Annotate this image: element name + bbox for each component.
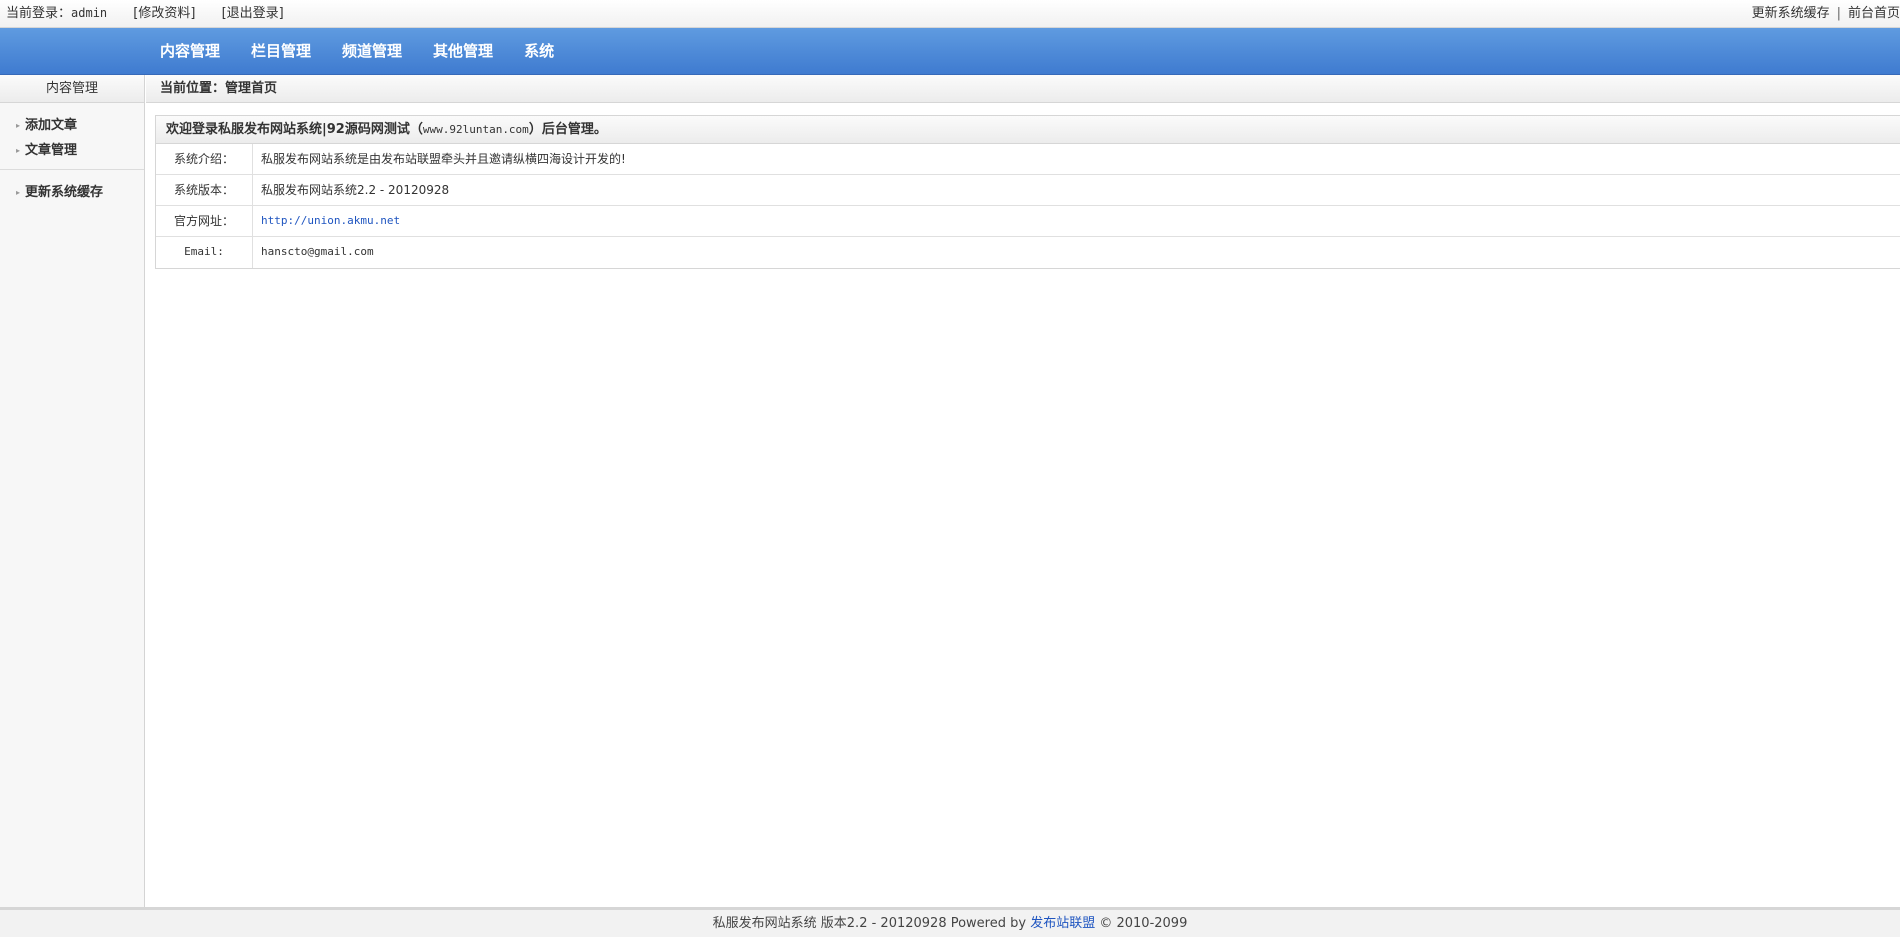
caret-right-icon: ▸ <box>16 188 21 197</box>
panel-title: 欢迎登录私服发布网站系统|92源码网测试（www.92luntan.com）后台… <box>156 116 1900 144</box>
main-menu: 内容管理 栏目管理 频道管理 其他管理 系统 <box>160 28 585 75</box>
info-value: hanscto@gmail.com <box>261 245 374 258</box>
breadcrumb: 当前位置：管理首页 <box>146 75 1900 103</box>
footer: 私服发布网站系统 版本2.2 - 20120928 Powered by 发布站… <box>0 907 1900 937</box>
panel-title-suffix: ）后台管理。 <box>528 122 607 137</box>
info-key: Email: <box>156 237 253 268</box>
panel-title-prefix: 欢迎登录私服发布网站系统|92源码网测试（ <box>166 122 423 137</box>
nav-item-channels[interactable]: 频道管理 <box>342 28 402 75</box>
sidebar-item-update-cache[interactable]: ▸ 更新系统缓存 <box>0 180 144 205</box>
sidebar-title: 内容管理 <box>0 75 144 103</box>
username: admin <box>71 6 108 20</box>
update-cache-link[interactable]: 更新系统缓存 <box>1752 6 1830 21</box>
footer-text-after: © 2010-2099 <box>1095 916 1188 931</box>
sidebar-item-label: 文章管理 <box>25 143 78 158</box>
info-row-version: 系统版本： 私服发布网站系统2.2 - 20120928 <box>156 175 1900 206</box>
caret-right-icon: ▸ <box>16 121 21 130</box>
separator: | <box>1836 6 1841 21</box>
sidebar-group-cache: ▸ 更新系统缓存 <box>0 170 144 211</box>
breadcrumb-current: 管理首页 <box>225 81 278 96</box>
footer-text-before: 私服发布网站系统 版本2.2 - 20120928 Powered by <box>712 916 1031 931</box>
sidebar-item-label: 更新系统缓存 <box>25 185 104 200</box>
breadcrumb-label: 当前位置： <box>160 81 226 96</box>
info-key: 官方网址： <box>156 206 253 236</box>
info-key: 系统介绍： <box>156 144 253 174</box>
top-bar: 当前登录：admin [修改资料] [退出登录] 更新系统缓存 | 前台首页 <box>0 0 1900 28</box>
sidebar-item-add-article[interactable]: ▸ 添加文章 <box>0 113 144 138</box>
nav-item-columns[interactable]: 栏目管理 <box>251 28 311 75</box>
nav-item-content[interactable]: 内容管理 <box>160 28 220 75</box>
nav-item-other[interactable]: 其他管理 <box>433 28 493 75</box>
nav-item-system[interactable]: 系统 <box>524 28 554 75</box>
front-home-link[interactable]: 前台首页 <box>1848 6 1900 21</box>
login-info: 当前登录：admin [修改资料] [退出登录] <box>6 0 284 27</box>
sidebar: 内容管理 ▸ 添加文章 ▸ 文章管理 ▸ 更新系统缓存 <box>0 75 145 907</box>
official-site-link[interactable]: http://union.akmu.net <box>253 206 400 236</box>
logout-link[interactable]: [退出登录] <box>222 6 284 21</box>
info-row-email: Email: hanscto@gmail.com <box>156 237 1900 268</box>
welcome-panel: 欢迎登录私服发布网站系统|92源码网测试（www.92luntan.com）后台… <box>155 115 1900 269</box>
top-right-links: 更新系统缓存 | 前台首页 <box>1752 0 1900 27</box>
login-label: 当前登录： <box>6 6 72 21</box>
footer-link[interactable]: 发布站联盟 <box>1030 916 1095 931</box>
sidebar-item-label: 添加文章 <box>25 118 78 133</box>
info-row-website: 官方网址： http://union.akmu.net <box>156 206 1900 237</box>
info-row-intro: 系统介绍： 私服发布网站系统是由发布站联盟牵头并且邀请纵横四海设计开发的! <box>156 144 1900 175</box>
info-value: 私服发布网站系统2.2 - 20120928 <box>261 183 450 197</box>
sidebar-group-articles: ▸ 添加文章 ▸ 文章管理 <box>0 103 144 170</box>
panel-title-site: www.92luntan.com <box>422 123 529 136</box>
info-key: 系统版本： <box>156 175 253 205</box>
main-nav: 内容管理 栏目管理 频道管理 其他管理 系统 <box>0 28 1900 75</box>
info-value: 私服发布网站系统是由发布站联盟牵头并且邀请纵横四海设计开发的! <box>261 152 626 166</box>
caret-right-icon: ▸ <box>16 146 21 155</box>
sidebar-item-manage-articles[interactable]: ▸ 文章管理 <box>0 138 144 163</box>
edit-profile-link[interactable]: [修改资料] <box>133 6 195 21</box>
